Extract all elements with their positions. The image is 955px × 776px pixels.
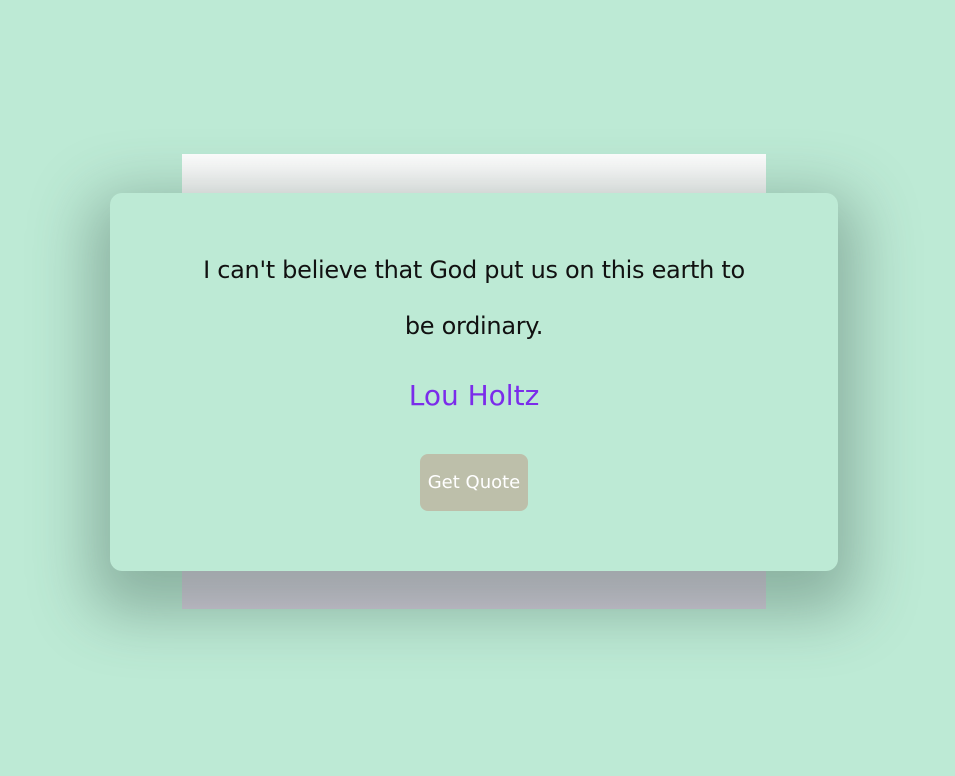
get-quote-button[interactable]: Get Quote: [420, 454, 528, 511]
quote-author: Lou Holtz: [408, 379, 540, 412]
quote-text: I can't believe that God put us on this …: [203, 256, 745, 340]
quote-card: I can't believe that God put us on this …: [110, 193, 838, 571]
